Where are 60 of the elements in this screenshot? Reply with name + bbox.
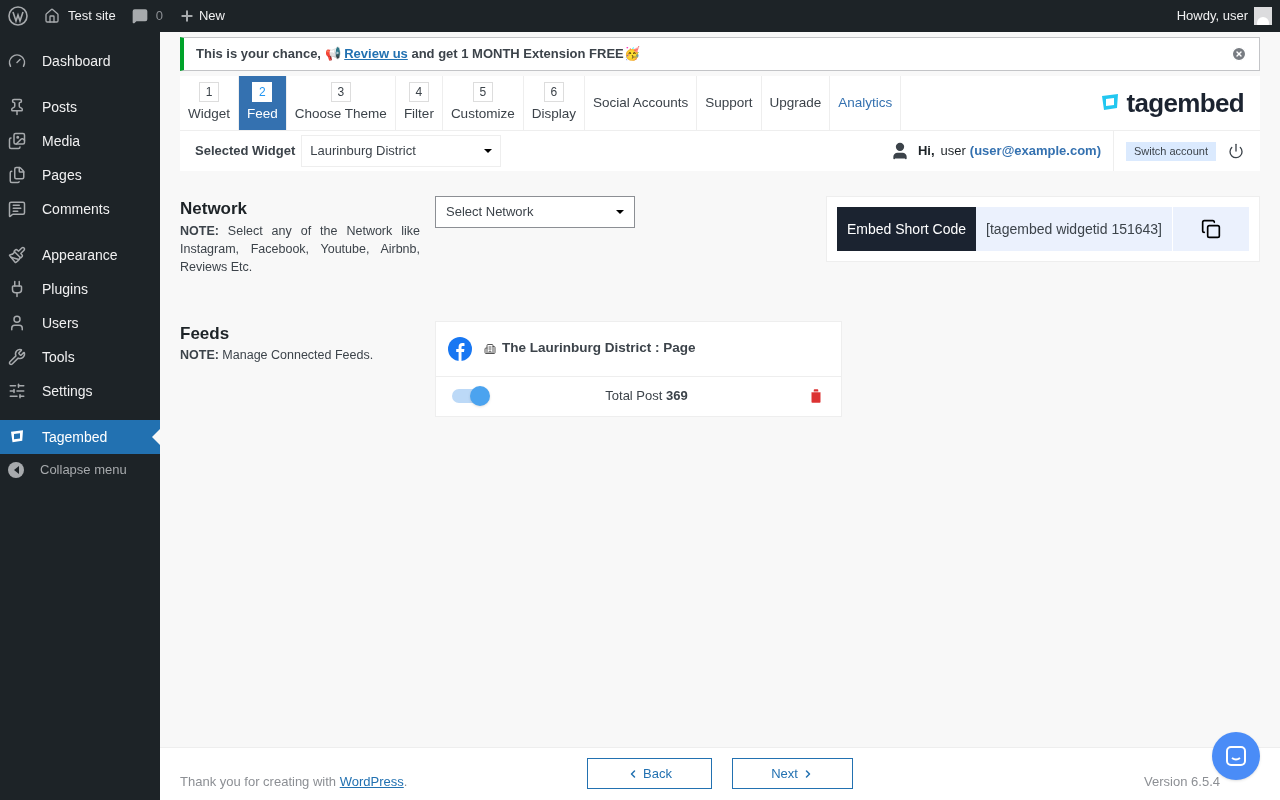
notice-text: This is your chance, 📢 Review us and get 1 MONTH Extension FREE🥳 [196,45,640,64]
embed-label: Embed Short Code [837,207,977,251]
menu-item[interactable]: Tagembed [0,420,160,454]
switch-account-button[interactable]: Switch account [1126,141,1216,161]
wordpress-logo-icon[interactable] [8,6,28,26]
feeds-title: Feeds [180,322,231,345]
site-link[interactable]: Test site [68,6,116,26]
short-code[interactable]: [tagembed widgetid 151643] [976,207,1172,251]
footer-thanks: Thank you for creating with WordPress. [180,773,408,792]
plus-icon[interactable] [178,8,195,24]
menu-item[interactable]: Comments [0,192,160,226]
chat-icon [1224,744,1248,768]
menu-item[interactable]: Dashboard [0,44,160,78]
back-button[interactable]: Back [587,758,712,789]
copy-icon [1201,219,1221,239]
menu-item[interactable]: Pages [0,158,160,192]
menu-item[interactable]: Tools [0,340,160,374]
menu-icon [8,166,26,184]
menu-icon [8,246,26,264]
collapse-menu-link[interactable]: Collapse menu [40,460,127,480]
home-icon[interactable] [44,8,60,24]
network-note: NOTE: Select any of the Network like Instagram, Facebook, Youtube, Airbnb, Reviews Etc. [180,222,420,276]
menu-icon [8,382,26,400]
collapse-icon[interactable] [8,462,24,478]
menu-icon [8,98,26,116]
menu-item[interactable]: Users [0,306,160,340]
close-icon[interactable] [1231,46,1247,62]
menu-icon [8,200,26,218]
new-link[interactable]: New [198,6,225,26]
review-link[interactable]: Review us [344,46,408,62]
greeting[interactable]: Howdy, user [1176,6,1248,26]
next-button[interactable]: Next [732,758,853,789]
menu-icon [8,348,26,366]
comment-icon[interactable] [131,8,148,24]
feeds-note: NOTE: Manage Connected Feeds. [180,347,375,364]
step-tab[interactable]: 2 Feed [239,76,287,130]
copy-button[interactable] [1173,207,1249,251]
power-icon[interactable] [1228,143,1244,159]
logo-text: tagembed [1126,86,1244,120]
menu-icon [8,314,26,332]
widget-select[interactable]: Laurinburg District [301,135,502,167]
hi-label: Hi, [917,142,935,161]
menu-item[interactable]: Posts [0,90,160,124]
menu-icon [8,52,26,70]
network-select[interactable]: Select Network [435,196,635,228]
menu-item[interactable]: Media [0,124,160,158]
menu-item[interactable]: Plugins [0,272,160,306]
user-name: user [940,142,966,161]
selected-widget-label: Selected Widget [195,142,296,161]
total-posts: Total Post 369 [605,387,688,406]
menu-item[interactable]: Appearance [0,238,160,272]
menu-icon [8,132,26,150]
user-email: (user@example.com) [969,142,1101,161]
facebook-icon [448,336,472,361]
wordpress-link[interactable]: WordPress [339,774,404,790]
menu-item[interactable]: Settings [0,374,160,408]
network-title: Network [180,198,249,220]
version-text: Version 6.5.4 [1144,773,1220,792]
feed-name: The Laurinburg District : Page [502,339,696,358]
comment-count: 0 [155,7,163,26]
